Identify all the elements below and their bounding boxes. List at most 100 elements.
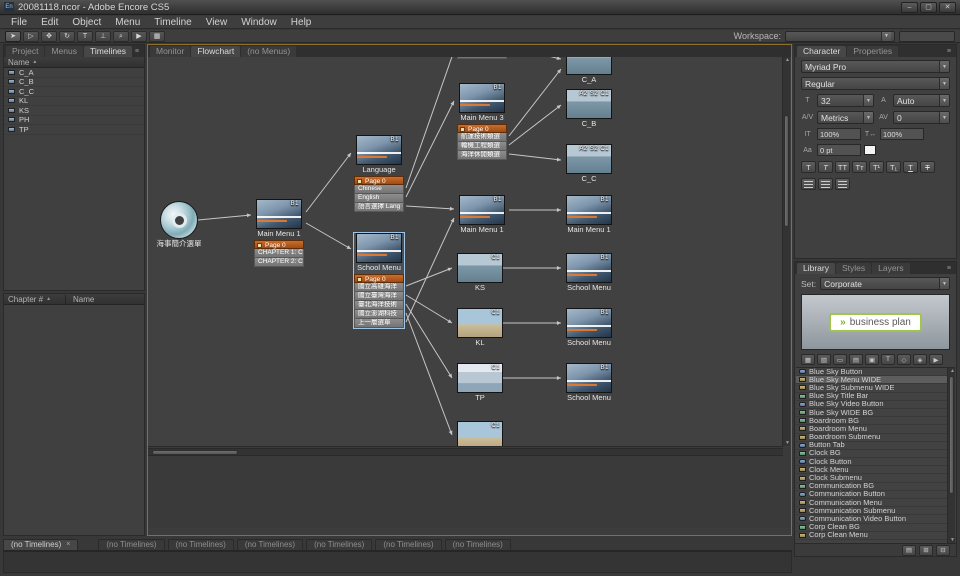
flowchart-node-c-c[interactable]: A2 S2 C1C_C [564,144,614,184]
delete-item-button[interactable]: ⊟ [936,545,950,556]
flowchart-node-school-menu[interactable]: B1School MenuPage 0國立高雄海洋國立臺灣海洋臺北海洋技術國立澎… [354,233,404,328]
node-button-link[interactable]: CHAPTER 2: Ch [254,258,304,267]
superscript-button[interactable]: T¹ [869,161,884,173]
library-vertical-scrollbar[interactable]: ▲ ▼ [947,368,955,543]
node-button-link[interactable]: 語言選擇 Lang [354,203,404,212]
chapters-column-header[interactable]: Chapter # ▲ Name [4,294,144,305]
menu-view[interactable]: View [199,17,235,28]
node-button-link[interactable]: 上一層選單 [354,319,404,328]
timeline-tab-3[interactable]: (no Timelines) [168,539,234,550]
menu-object[interactable]: Object [65,17,108,28]
node-button-link[interactable]: CHAPTER 1: Ch [254,249,304,258]
tab-no-menus[interactable]: (no Menus) [241,46,296,57]
menu-window[interactable]: Window [234,17,284,28]
panel-menu-icon[interactable]: ≡ [132,46,142,57]
tab-properties[interactable]: Properties [847,46,898,57]
flowchart-node-school-menu-r1[interactable]: B1School Menu [564,253,614,293]
faux-italic-button[interactable]: T [818,161,833,173]
align-center-button[interactable] [818,178,833,190]
scrollbar-thumb[interactable] [784,115,789,227]
scroll-up-icon[interactable]: ▲ [950,368,955,374]
timeline-tab-5[interactable]: (no Timelines) [306,539,372,550]
vertical-scale-field[interactable]: 100% [817,128,861,140]
baseline-shift-field[interactable]: 0 pt [817,144,861,156]
flowchart-node-kl[interactable]: C1KL [455,308,505,348]
timeline-row-ph[interactable]: PH [4,116,144,126]
show-all-filter-button[interactable]: ▦ [801,354,815,365]
library-item-corp-clean-menu[interactable]: Corp Clean Menu [796,532,947,540]
panel-menu-icon[interactable]: ≡ [944,46,954,57]
new-menu-button[interactable]: ▤ [902,545,916,556]
text-tool[interactable]: T [77,31,93,42]
tab-layers[interactable]: Layers [872,263,910,274]
subscript-button[interactable]: T₁ [886,161,901,173]
leading-select[interactable]: Auto ▼ [893,94,950,107]
close-icon[interactable]: × [66,540,70,550]
strikethrough-button[interactable]: T [920,161,935,173]
flowchart-node-c-b[interactable]: A2 S2 C1C_B [564,89,614,129]
node-button-link[interactable]: 航運技術類選 [457,133,507,142]
timeline-row-c-c[interactable]: C_C [4,87,144,97]
direct-selection-tool[interactable]: ▷ [23,31,39,42]
backgrounds-filter-button[interactable]: ▧ [817,354,831,365]
timeline-row-ks[interactable]: KS [4,106,144,116]
vector-shapes-filter-button[interactable]: ◇ [897,354,911,365]
flowchart-node-ks[interactable]: C1KS [455,253,505,293]
node-button-link[interactable]: 海洋休閒類選 [457,151,507,160]
tab-monitor[interactable]: Monitor [150,46,190,57]
move-tool[interactable]: ✥ [41,31,57,42]
timeline-row-c-b[interactable]: C_B [4,78,144,88]
scroll-down-icon[interactable]: ▼ [950,537,955,543]
menu-help[interactable]: Help [284,17,319,28]
horizontal-scale-field[interactable]: 100% [880,128,924,140]
flowchart-node-disc[interactable]: 海事簡介選單 [150,201,208,249]
tab-styles[interactable]: Styles [836,263,871,274]
replacement-layers-filter-button[interactable]: ◈ [913,354,927,365]
maximize-button[interactable]: ▢ [920,2,937,13]
tab-timelines[interactable]: Timelines [84,46,132,57]
timeline-tab-6[interactable]: (no Timelines) [375,539,441,550]
tab-menus[interactable]: Menus [45,46,83,57]
flowchart-node-school-menu-r3[interactable]: B1School Menu [564,363,614,403]
preview-button[interactable]: ▶ [131,31,147,42]
node-button-link[interactable]: 國立臺灣海洋 [354,292,404,301]
panel-menu-icon[interactable]: ≡ [944,263,954,274]
tab-library[interactable]: Library [797,263,835,274]
flowchart-vertical-scrollbar[interactable]: ▲ ▼ [782,57,790,446]
text-color-swatch[interactable] [864,145,876,155]
flowchart-node-language[interactable]: B1LanguagePage 0ChineseEnglish語言選擇 Lang [354,135,404,212]
flowchart-canvas[interactable]: 海事簡介選單B1Main Menu 1Page 0CHAPTER 1: ChCH… [148,57,783,447]
build-button[interactable]: ▦ [149,31,165,42]
node-button-link[interactable]: Main Menu [457,57,507,59]
layer-sets-filter-button[interactable]: ▣ [865,354,879,365]
minimize-button[interactable]: – [901,2,918,13]
font-size-select[interactable]: 32 ▼ [817,94,874,107]
align-left-button[interactable] [801,178,816,190]
flowchart-horizontal-scrollbar[interactable] [148,448,783,456]
vertical-text-tool[interactable]: ⊥ [95,31,111,42]
timeline-tab-4[interactable]: (no Timelines) [237,539,303,550]
all-caps-button[interactable]: TT [835,161,850,173]
flowchart-node-school-menu-r2[interactable]: B1School Menu [564,308,614,348]
workspace-select[interactable]: ▼ [785,31,895,42]
tab-flowchart[interactable]: Flowchart [191,46,240,57]
rotate-tool[interactable]: ↻ [59,31,75,42]
close-button[interactable]: ✕ [939,2,956,13]
tab-project[interactable]: Project [6,46,44,57]
timeline-tab-1[interactable]: (no Timelines)× [3,539,78,550]
scrollbar-thumb[interactable] [152,450,238,455]
node-button-link[interactable]: 輪機工程類選 [457,142,507,151]
images-filter-button[interactable]: ▤ [849,354,863,365]
menu-edit[interactable]: Edit [34,17,65,28]
flowchart-node-ph-partial[interactable]: C1 [455,421,505,447]
flowchart-node-main-menu-1-mid[interactable]: B1Main Menu 1 [457,195,507,235]
kerning-select[interactable]: Metrics ▼ [817,111,874,124]
font-style-select[interactable]: Regular ▼ [801,77,950,90]
small-caps-button[interactable]: Tᴛ [852,161,867,173]
timeline-row-tp[interactable]: TP [4,125,144,135]
timeline-row-kl[interactable]: KL [4,97,144,107]
tab-character[interactable]: Character [797,46,846,57]
library-set-select[interactable]: Corporate ▼ [820,277,950,290]
scroll-down-icon[interactable]: ▼ [785,440,790,446]
faux-bold-button[interactable]: T [801,161,816,173]
